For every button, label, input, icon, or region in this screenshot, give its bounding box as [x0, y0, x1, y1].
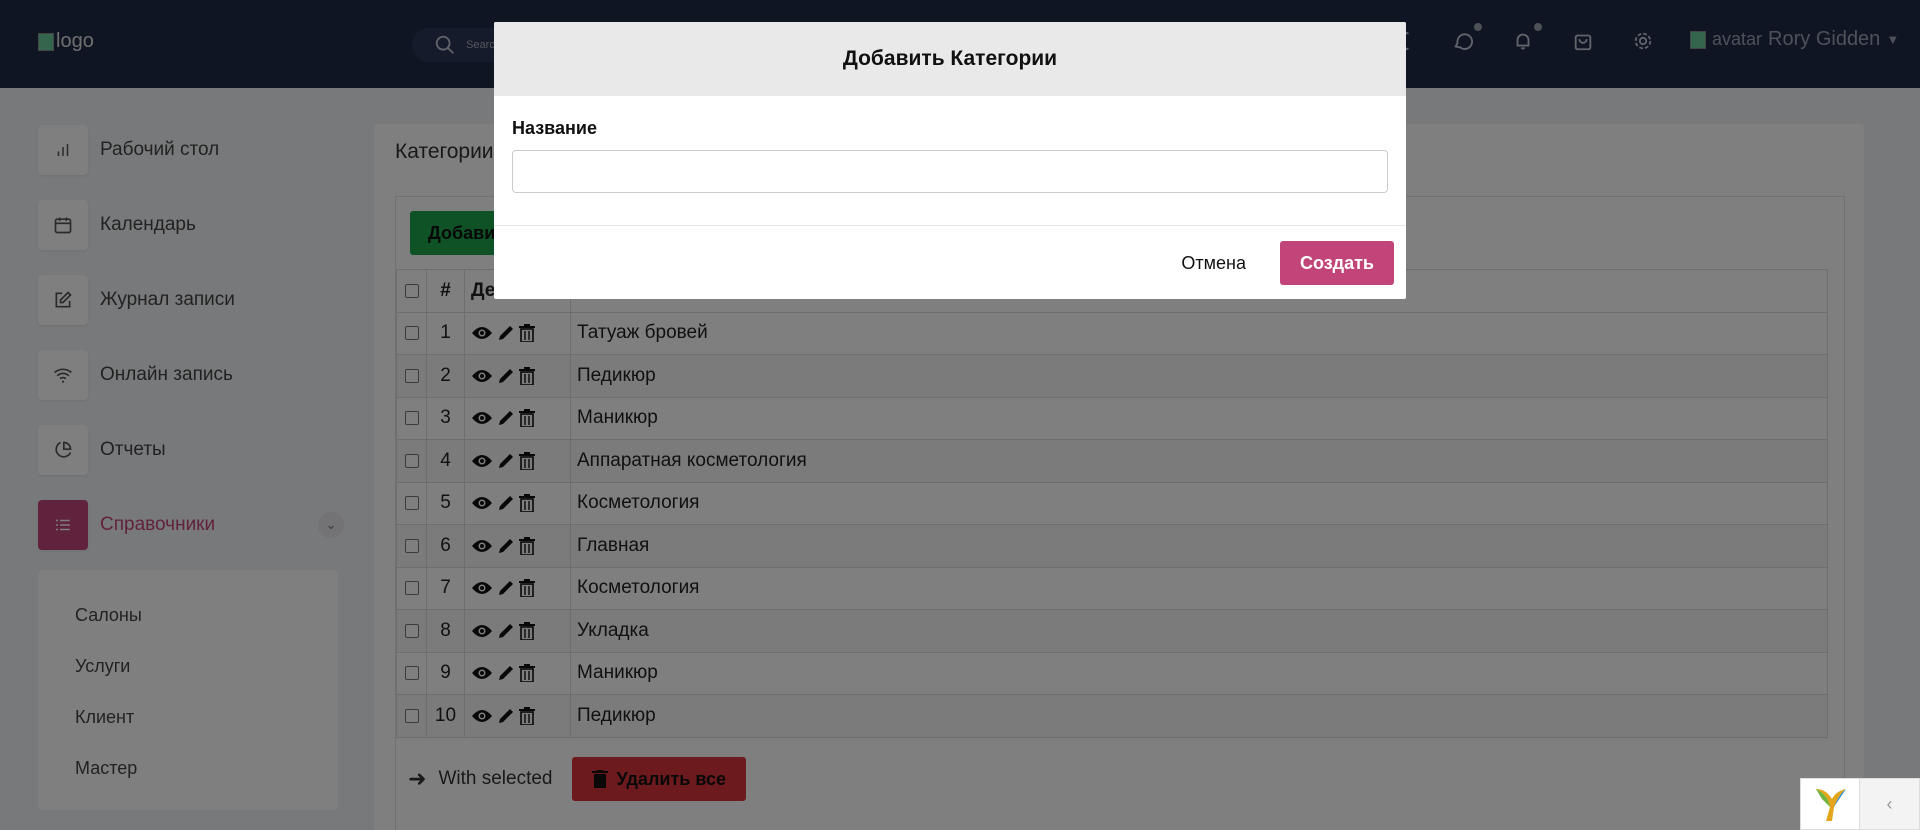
modal-body: Название: [494, 96, 1406, 226]
debug-toolbar[interactable]: ‹: [1800, 778, 1920, 830]
add-category-modal: Добавить Категории Название Отмена Созда…: [494, 22, 1406, 299]
chevron-left-icon[interactable]: ‹: [1859, 779, 1919, 829]
yii-logo-icon[interactable]: [1801, 779, 1859, 829]
modal-footer: Отмена Создать: [1163, 241, 1394, 285]
name-input[interactable]: [512, 150, 1388, 193]
create-button[interactable]: Создать: [1279, 241, 1394, 285]
cancel-button[interactable]: Отмена: [1163, 241, 1264, 285]
name-field-label: Название: [512, 118, 597, 138]
modal-title: Добавить Категории: [494, 22, 1406, 96]
